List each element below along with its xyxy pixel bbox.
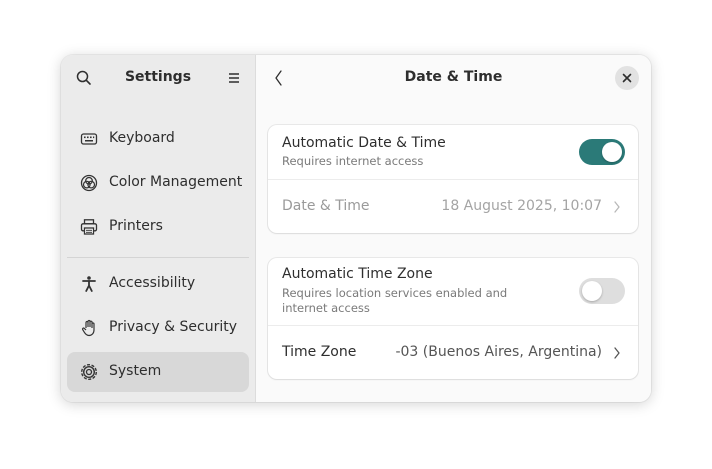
sidebar-item-color-management[interactable]: Color Management: [67, 163, 249, 203]
close-button[interactable]: [615, 66, 639, 90]
sidebar-item-label: System: [109, 363, 162, 379]
accessibility-icon: [80, 275, 98, 293]
date-time-row[interactable]: Date & Time 18 August 2025, 10:07: [268, 180, 638, 233]
printer-icon: [80, 218, 98, 236]
date-time-card: Automatic Date & Time Requires internet …: [268, 125, 638, 233]
keyboard-icon: [80, 130, 98, 148]
sidebar-item-accessibility[interactable]: Accessibility: [67, 264, 249, 304]
hamburger-menu-icon[interactable]: [225, 69, 243, 87]
time-zone-value: -03 (Buenos Aires, Argentina): [395, 344, 602, 360]
automatic-time-zone-row[interactable]: Automatic Time Zone Requires location se…: [268, 258, 638, 325]
color-management-icon: [80, 174, 98, 192]
time-zone-row-title: Time Zone: [282, 344, 357, 360]
sidebar-item-privacy-security[interactable]: Privacy & Security: [67, 308, 249, 348]
sidebar-separator: [67, 257, 249, 258]
date-time-row-title: Date & Time: [282, 198, 370, 214]
automatic-time-zone-switch[interactable]: [579, 278, 625, 304]
sidebar-item-label: Color Management: [109, 174, 243, 190]
automatic-date-time-row[interactable]: Automatic Date & Time Requires internet …: [268, 125, 638, 179]
sidebar: Settings Keyboard Color Management Print…: [61, 55, 256, 402]
hand-icon: [80, 319, 98, 337]
date-time-value: 18 August 2025, 10:07: [441, 198, 602, 214]
sidebar-item-keyboard[interactable]: Keyboard: [67, 119, 249, 159]
automatic-date-time-title: Automatic Date & Time: [282, 135, 446, 151]
automatic-date-time-subtitle: Requires internet access: [282, 154, 424, 168]
switch-knob: [582, 281, 602, 301]
settings-window: Settings Keyboard Color Management Print…: [61, 55, 651, 402]
system-gear-icon: [80, 363, 98, 381]
sidebar-item-label: Printers: [109, 218, 163, 234]
sidebar-item-label: Accessibility: [109, 275, 196, 291]
chevron-right-icon: [612, 199, 622, 215]
sidebar-item-label: Keyboard: [109, 130, 175, 146]
close-icon: [622, 73, 632, 83]
sidebar-header: Settings: [61, 55, 255, 101]
switch-knob: [602, 142, 622, 162]
time-zone-row[interactable]: Time Zone -03 (Buenos Aires, Argentina): [268, 326, 638, 379]
sidebar-list[interactable]: Keyboard Color Management Printers Acces…: [61, 101, 255, 402]
time-zone-card: Automatic Time Zone Requires location se…: [268, 258, 638, 379]
sidebar-item-partial[interactable]: [67, 101, 249, 105]
sidebar-item-printers[interactable]: Printers: [67, 207, 249, 247]
content-pane: Date & Time Automatic Date & Time Requir…: [256, 55, 651, 402]
chevron-right-icon: [612, 345, 622, 361]
page-title: Date & Time: [404, 69, 503, 85]
sidebar-item-system[interactable]: System: [67, 352, 249, 392]
automatic-time-zone-title: Automatic Time Zone: [282, 266, 433, 282]
sidebar-item-label: Privacy & Security: [109, 319, 237, 335]
automatic-date-time-switch[interactable]: [579, 139, 625, 165]
automatic-time-zone-subtitle: Requires location services enabled and i…: [282, 286, 508, 315]
